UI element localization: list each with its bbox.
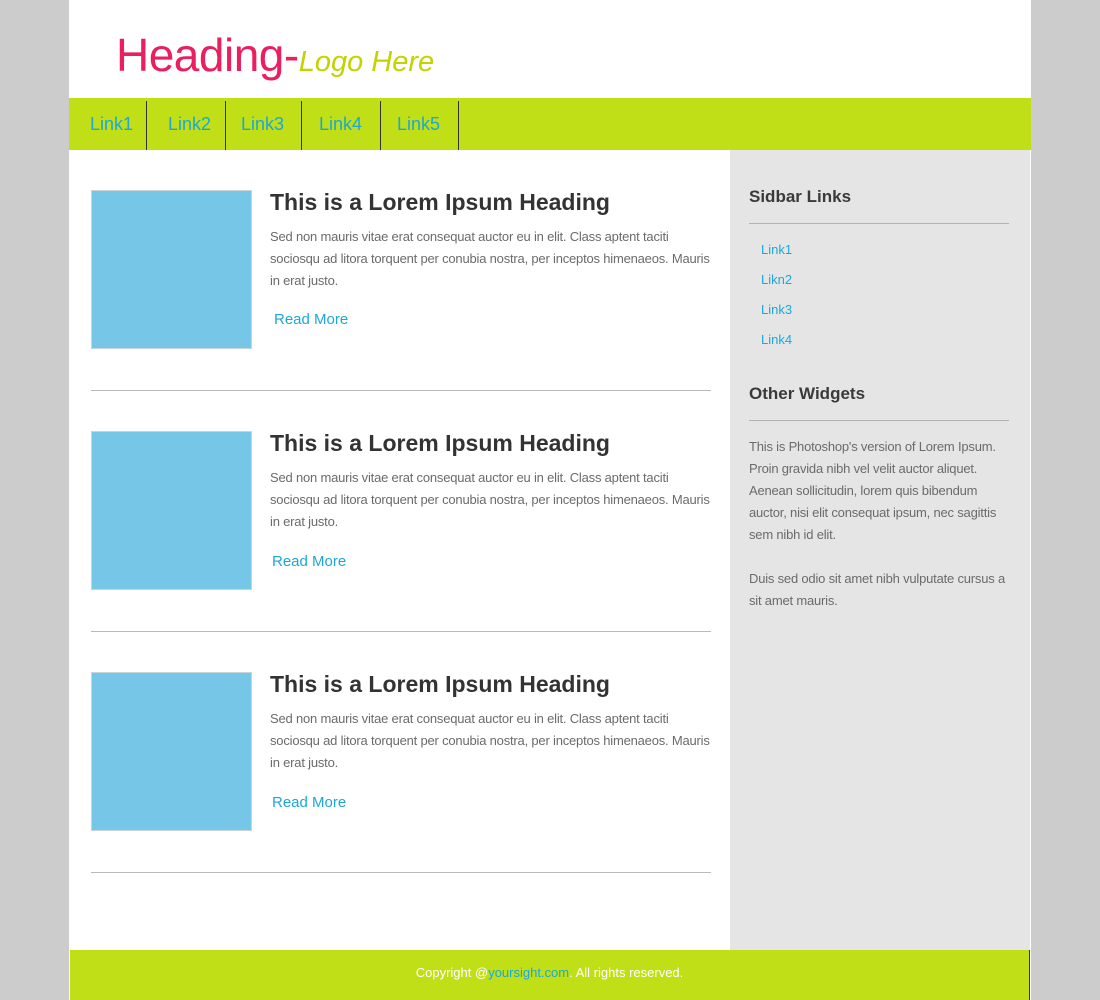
post-thumbnail[interactable] [91,431,252,590]
post-divider [91,872,711,873]
footer-site-link[interactable]: yoursight.com [488,965,569,980]
post-divider [91,631,711,632]
post-title[interactable]: This is a Lorem Ipsum Heading [270,671,610,698]
read-more-link[interactable]: Read More [272,553,346,570]
read-more-link[interactable]: Read More [272,794,346,811]
read-more-link[interactable]: Read More [274,311,348,328]
nav-separator [301,101,302,150]
main-nav: Link1 Link2 Link3 Link4 Link5 [69,98,1031,150]
copyright-suffix: . All rights reserved. [569,965,684,980]
copyright-text: Copyright @yoursight.com. All rights res… [70,965,1029,980]
logo-tagline: Logo Here [298,46,435,78]
copyright-prefix: Copyright @ [415,965,489,980]
nav-separator [380,101,381,150]
post-excerpt: Sed non mauris vitae erat consequat auct… [270,470,710,529]
post-thumbnail[interactable] [91,672,252,831]
main-content: This is a Lorem Ipsum Heading Sed non ma… [69,150,730,950]
post-title[interactable]: This is a Lorem Ipsum Heading [270,430,610,457]
nav-separator [225,101,226,150]
nav-separator [146,101,147,150]
sidebar-divider [749,223,1009,224]
post-thumbnail[interactable] [91,190,252,349]
nav-link-5[interactable]: Link5 [397,101,440,150]
post-excerpt: Sed non mauris vitae erat consequat auct… [270,711,710,770]
nav-link-1[interactable]: Link1 [90,101,133,150]
sidebar-link-3[interactable]: Link3 [761,302,792,317]
sidebar-widgets-heading: Other Widgets [749,384,866,403]
site-footer: Copyright @yoursight.com. All rights res… [70,950,1030,1000]
sidebar-link-2[interactable]: Likn2 [761,272,792,287]
widget-text: Duis sed odio sit amet nibh vulputate cu… [749,571,1005,608]
sidebar-link-4[interactable]: Link4 [761,332,792,347]
site-logo[interactable]: Heading-Logo Here [116,28,434,82]
nav-link-3[interactable]: Link3 [241,101,284,150]
sidebar-link-1[interactable]: Link1 [761,242,792,257]
page-wrapper: Heading-Logo Here Link1 Link2 Link3 Link… [69,0,1031,1000]
post-title[interactable]: This is a Lorem Ipsum Heading [270,189,610,216]
post-divider [91,390,711,391]
post-excerpt: Sed non mauris vitae erat consequat auct… [270,229,710,288]
site-header: Heading-Logo Here [69,0,1031,98]
nav-link-2[interactable]: Link2 [168,101,211,150]
sidebar-divider [749,420,1009,421]
sidebar-links-heading: Sidbar Links [749,187,852,206]
logo-heading: Heading- [116,29,299,81]
nav-separator [458,101,459,150]
sidebar: Sidbar Links Link1 Likn2 Link3 Link4 Oth… [730,150,1030,950]
widget-text: This is Photoshop's version of Lorem Ips… [749,439,997,542]
nav-link-4[interactable]: Link4 [319,101,362,150]
